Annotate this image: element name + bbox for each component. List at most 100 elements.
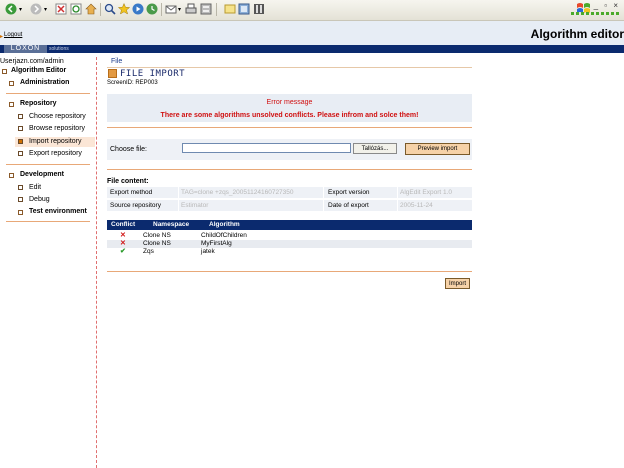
edit-icon[interactable] <box>200 3 212 15</box>
bullet-icon <box>18 114 23 119</box>
forward-dropdown-icon[interactable]: ▾ <box>44 6 47 13</box>
stop-icon[interactable] <box>55 3 67 15</box>
export-method-label: Export method <box>110 189 153 196</box>
sidebar-item-edit[interactable]: Edit <box>29 184 41 191</box>
toolbar-separator <box>216 3 217 16</box>
sidebar-item-administration[interactable]: Administration <box>20 79 69 86</box>
logout-link[interactable]: Logout <box>4 32 22 38</box>
column-header-namespace[interactable]: Namespace <box>153 221 189 228</box>
cell-divider <box>178 200 179 211</box>
sidebar-divider <box>6 93 90 94</box>
sidebar-item-test-environment[interactable]: Test environment <box>29 208 87 215</box>
refresh-icon[interactable] <box>70 3 82 15</box>
export-method-value: TAG=clone +zqs_20051124160727350 <box>181 189 294 196</box>
sidebar-divider <box>6 221 90 222</box>
bullet-icon <box>18 197 23 202</box>
export-version-value: AlgEdit Export 1.0 <box>400 189 453 196</box>
content-divider <box>107 67 472 68</box>
browse-button[interactable]: Tallózás... <box>353 143 397 154</box>
file-menu-link[interactable]: File <box>111 58 122 65</box>
cell-divider <box>323 187 324 198</box>
user-id: Userjazn.com/admin <box>0 58 64 65</box>
sidebar-separator <box>96 57 97 468</box>
expand-icon[interactable] <box>9 81 14 86</box>
toolbar-separator <box>161 3 162 16</box>
bullet-icon <box>18 185 23 190</box>
bullet-icon <box>18 151 23 156</box>
company-logo: LOXON <box>4 45 47 53</box>
collapse-icon[interactable] <box>2 69 7 74</box>
conflict-x-icon: ✕ <box>120 240 126 247</box>
cell-divider <box>178 187 179 198</box>
table-divider <box>107 271 472 272</box>
sidebar-group-development[interactable]: Development <box>20 171 64 178</box>
sidebar-item-browse-repository[interactable]: Browse repository <box>29 125 85 132</box>
namespace-cell: Clone NS <box>143 240 171 247</box>
cell-divider <box>397 187 398 198</box>
discuss-icon[interactable] <box>224 3 236 15</box>
back-dropdown-icon[interactable]: ▾ <box>19 6 22 13</box>
date-of-export-value: 2005-11-24 <box>400 202 433 209</box>
research-icon[interactable] <box>253 3 265 15</box>
home-icon[interactable] <box>85 3 97 15</box>
screen-id: ScreenID: REP003 <box>107 80 158 86</box>
sidebar-item-import-repository[interactable]: Import repository <box>29 138 82 145</box>
cell-divider <box>323 200 324 211</box>
brand-bar <box>0 45 624 53</box>
conflict-x-icon: ✕ <box>120 232 126 239</box>
cell-divider <box>397 200 398 211</box>
sidebar-item-export-repository[interactable]: Export repository <box>29 150 82 157</box>
expand-icon[interactable] <box>18 210 23 215</box>
page-icon <box>108 69 117 78</box>
app-title: Algorithm editor <box>530 27 624 41</box>
import-button[interactable]: Import <box>445 278 470 289</box>
messenger-icon[interactable] <box>238 3 250 15</box>
toolbar-separator <box>100 3 101 16</box>
collapse-icon[interactable] <box>9 173 14 178</box>
file-path-input[interactable] <box>182 143 351 153</box>
logout-arrow-icon: ▸ <box>0 34 4 40</box>
bullet-icon <box>18 139 23 144</box>
sidebar-item-debug[interactable]: Debug <box>29 196 50 203</box>
mail-icon[interactable] <box>165 3 177 15</box>
algorithm-cell: ChildOfChildren <box>201 232 247 239</box>
error-title: Error message <box>266 99 313 106</box>
file-content-label: File content: <box>107 178 149 185</box>
namespace-cell: Clone NS <box>143 232 171 239</box>
search-icon[interactable] <box>104 3 116 15</box>
page-title: FILE IMPORT <box>120 69 186 79</box>
sidebar-item-choose-repository[interactable]: Choose repository <box>29 113 86 120</box>
choose-file-label: Choose file: <box>110 146 147 153</box>
algorithm-cell: jatek <box>201 248 215 255</box>
history-icon[interactable] <box>146 3 158 15</box>
column-header-conflict[interactable]: Conflict <box>111 221 135 228</box>
namespace-cell: Zqs <box>143 248 154 255</box>
print-icon[interactable] <box>185 3 197 15</box>
company-logo-subtitle: solutions <box>49 46 69 52</box>
sidebar-group-repository[interactable]: Repository <box>20 100 57 107</box>
column-header-algorithm[interactable]: Algorithm <box>209 221 240 228</box>
window-controls[interactable]: _ ▫ × <box>594 1 620 10</box>
error-message: There are some algorithms unsolved confl… <box>160 112 419 119</box>
back-icon[interactable] <box>5 3 17 15</box>
table-row[interactable] <box>107 248 472 256</box>
window-progress-icon <box>571 12 619 15</box>
mail-dropdown-icon[interactable]: ▾ <box>178 6 181 13</box>
preview-import-button[interactable]: Preview import <box>405 143 470 155</box>
date-of-export-label: Date of export <box>328 202 369 209</box>
forward-icon[interactable] <box>30 3 42 15</box>
bullet-icon <box>18 126 23 131</box>
choose-divider <box>107 169 472 170</box>
error-divider <box>107 127 472 128</box>
browser-toolbar: ▾ ▾ ▾ _ ▫ × <box>0 0 624 21</box>
algorithm-cell: MyFirstAlg <box>201 240 232 247</box>
sidebar-title-algorithm-editor[interactable]: Algorithm Editor <box>11 67 66 74</box>
source-repository-label: Source repository <box>110 202 161 209</box>
media-icon[interactable] <box>132 3 144 15</box>
ok-check-icon: ✔ <box>120 248 126 255</box>
collapse-icon[interactable] <box>9 102 14 107</box>
favorites-icon[interactable] <box>118 3 130 15</box>
sidebar-divider <box>6 164 90 165</box>
source-repository-value: Estimator <box>181 202 209 209</box>
export-version-label: Export version <box>328 189 370 196</box>
